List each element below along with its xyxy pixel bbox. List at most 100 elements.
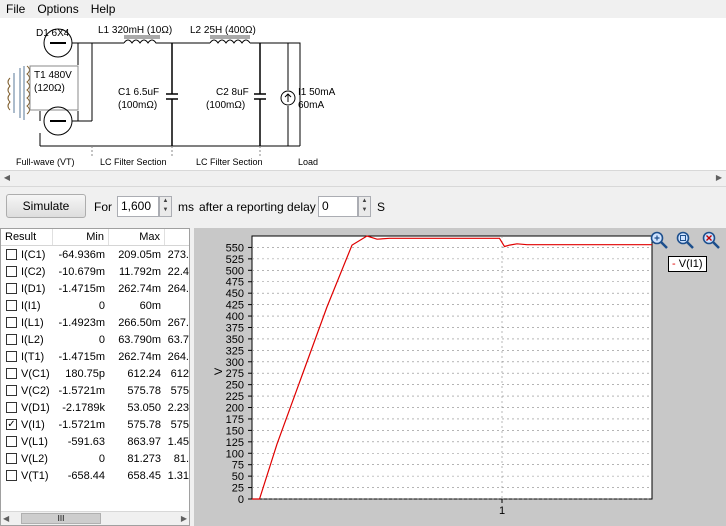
y-tick-label: 100 <box>226 448 244 460</box>
result-min: -64.936m <box>58 248 105 261</box>
section-load: Load <box>298 157 318 167</box>
result-checkbox[interactable] <box>6 317 17 328</box>
result-name[interactable]: V(C1) <box>1 368 53 380</box>
result-checkbox[interactable] <box>6 470 17 481</box>
result-min: 180.75p <box>65 367 105 380</box>
result-extra: 81. <box>173 452 189 465</box>
result-checkbox[interactable] <box>6 436 17 447</box>
schematic-scrollbar[interactable]: ◀ ▶ <box>0 170 726 184</box>
duration-unit: ms <box>178 200 194 214</box>
y-tick-label: 425 <box>226 300 244 312</box>
result-checkbox[interactable] <box>6 385 17 396</box>
zoom-in-icon[interactable] <box>648 230 670 252</box>
duration-input[interactable]: 1,600 <box>117 196 159 217</box>
zoom-out-icon[interactable] <box>700 230 722 252</box>
zoom-fit-icon[interactable] <box>674 230 696 252</box>
header-result[interactable]: Result <box>1 229 53 245</box>
result-checkbox[interactable]: ✓ <box>6 419 17 430</box>
result-name[interactable]: I(C1) <box>1 249 53 261</box>
y-tick-label: 550 <box>226 242 244 254</box>
y-tick-label: 225 <box>226 391 244 403</box>
scroll-right-icon[interactable]: ▶ <box>181 514 187 523</box>
label-t1-b: (120Ω) <box>34 83 65 94</box>
graph-panel: 0 25 50 75 100 125 150 175 200 225 250 275 300 325 350… <box>194 228 726 526</box>
result-checkbox[interactable] <box>6 283 17 294</box>
table-row[interactable]: I(C2) -10.679m 11.792m 22.4 <box>1 263 189 280</box>
result-checkbox[interactable] <box>6 334 17 345</box>
result-name[interactable]: ✓ V(I1) <box>1 419 53 431</box>
spin-down-icon[interactable]: ▼ <box>160 206 171 215</box>
label-i1-b: 60mA <box>298 100 324 111</box>
for-label: For <box>94 200 112 214</box>
result-label: V(L1) <box>21 435 48 448</box>
table-row[interactable]: V(D1) -2.1789k 53.050 2.23 <box>1 399 189 416</box>
result-label: V(I1) <box>21 418 45 431</box>
table-row[interactable]: V(T1) -658.44 658.45 1.31 <box>1 467 189 484</box>
result-label: I(L1) <box>21 316 44 329</box>
delay-spinner[interactable]: ▲ ▼ <box>358 196 371 217</box>
result-name[interactable]: V(L1) <box>1 436 53 448</box>
result-label: V(D1) <box>21 401 50 414</box>
table-row[interactable]: V(L1) -591.63 863.97 1.45 <box>1 433 189 450</box>
table-row[interactable]: V(C2) -1.5721m 575.78 575 <box>1 382 189 399</box>
result-checkbox[interactable] <box>6 249 17 260</box>
table-row[interactable]: V(C1) 180.75p 612.24 612 <box>1 365 189 382</box>
result-name[interactable]: V(D1) <box>1 402 53 414</box>
table-row[interactable]: I(T1) -1.4715m 262.74m 264. <box>1 348 189 365</box>
spin-down-icon[interactable]: ▼ <box>359 206 370 215</box>
result-checkbox[interactable] <box>6 351 17 362</box>
result-checkbox[interactable] <box>6 300 17 311</box>
delay-label: after a reporting delay of <box>199 200 330 214</box>
result-checkbox[interactable] <box>6 368 17 379</box>
result-name[interactable]: I(C2) <box>1 266 53 278</box>
y-tick-label: 300 <box>226 357 244 369</box>
result-min: -1.5721m <box>58 418 105 431</box>
menu-options[interactable]: Options <box>31 0 84 18</box>
table-row[interactable]: ✓ V(I1) -1.5721m 575.78 575 <box>1 416 189 433</box>
result-min: -1.5721m <box>58 384 105 397</box>
scroll-left-icon[interactable]: ◀ <box>3 514 9 523</box>
duration-spinner[interactable]: ▲ ▼ <box>159 196 172 217</box>
simulation-toolbar: Simulate For 1,600 ▲ ▼ ms after a report… <box>0 186 726 226</box>
y-tick-label: 150 <box>226 425 244 437</box>
result-checkbox[interactable] <box>6 402 17 413</box>
result-name[interactable]: I(I1) <box>1 300 53 312</box>
header-max[interactable]: Max <box>109 229 165 245</box>
results-scrollbar[interactable]: ◀ III ▶ <box>1 511 189 525</box>
result-name[interactable]: I(L2) <box>1 334 53 346</box>
scroll-left-icon[interactable]: ◀ <box>2 173 12 183</box>
delay-input[interactable]: 0 <box>318 196 358 217</box>
header-min[interactable]: Min <box>53 229 109 245</box>
plot-area <box>251 235 653 500</box>
result-name[interactable]: I(L1) <box>1 317 53 329</box>
menu-file[interactable]: File <box>0 0 31 18</box>
simulate-button[interactable]: Simulate <box>6 194 86 218</box>
result-label: I(T1) <box>21 350 45 363</box>
result-checkbox[interactable] <box>6 266 17 277</box>
table-row[interactable]: I(L2) 0 63.790m 63.7 <box>1 331 189 348</box>
result-label: V(C2) <box>21 384 50 397</box>
scroll-right-icon[interactable]: ▶ <box>714 173 724 183</box>
voltage-chart: 0255075100125150175200225250275300325350… <box>213 235 653 517</box>
result-name[interactable]: V(T1) <box>1 470 53 482</box>
table-row[interactable]: V(L2) 0 81.273 81. <box>1 450 189 467</box>
result-extra: 63.7 <box>167 333 189 346</box>
spin-up-icon[interactable]: ▲ <box>359 197 370 206</box>
table-row[interactable]: I(L1) -1.4923m 266.50m 267. <box>1 314 189 331</box>
result-name[interactable]: I(T1) <box>1 351 53 363</box>
result-checkbox[interactable] <box>6 453 17 464</box>
table-row[interactable]: I(D1) -1.4715m 262.74m 264. <box>1 280 189 297</box>
table-row[interactable]: I(I1) 0 60m <box>1 297 189 314</box>
menu-help[interactable]: Help <box>85 0 122 18</box>
result-name[interactable]: V(L2) <box>1 453 53 465</box>
result-min: -2.1789k <box>62 401 105 414</box>
result-name[interactable]: V(C2) <box>1 385 53 397</box>
label-c1-b: (100mΩ) <box>118 100 157 111</box>
result-min: 0 <box>98 452 105 465</box>
spin-up-icon[interactable]: ▲ <box>160 197 171 206</box>
label-i1-a: I1 50mA <box>298 87 336 98</box>
result-name[interactable]: I(D1) <box>1 283 53 295</box>
scroll-thumb[interactable]: III <box>21 513 101 524</box>
table-row[interactable]: I(C1) -64.936m 209.05m 273. <box>1 246 189 263</box>
result-label: V(L2) <box>21 452 48 465</box>
